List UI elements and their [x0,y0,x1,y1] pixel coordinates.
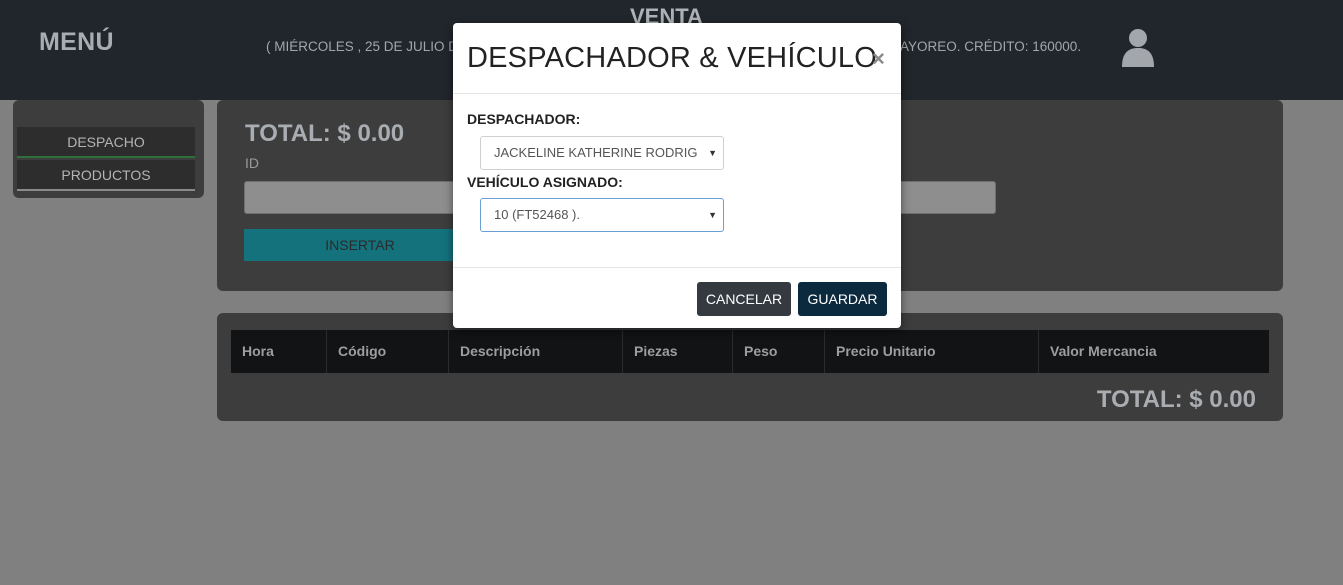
menu-title[interactable]: MENÚ [39,28,114,57]
modal-header: DESPACHADOR & VEHÍCULO × [453,23,901,94]
vehicle-select-value: 10 (FT52468 ). [494,207,580,222]
column-header-codigo: Código [327,330,449,373]
id-label: ID [245,155,259,171]
insert-button[interactable]: INSERTAR [244,229,476,261]
sidebar-item-despacho[interactable]: DESPACHO [17,127,195,158]
cancel-button[interactable]: CANCELAR [697,282,791,316]
dispatcher-vehicle-modal: DESPACHADOR & VEHÍCULO × DESPACHADOR: JA… [453,23,901,328]
total-amount: TOTAL: $ 0.00 [245,120,405,147]
sale-info-text-left: ( MIÉRCOLES , 25 DE JULIO DE [266,39,468,54]
modal-title: DESPACHADOR & VEHÍCULO [467,42,877,74]
vehicle-label: VEHÍCULO ASIGNADO: [467,174,623,190]
column-header-precio-unitario: Precio Unitario [825,330,1039,373]
column-header-hora: Hora [231,330,327,373]
modal-footer: CANCELAR GUARDAR [453,267,901,328]
table-total: TOTAL: $ 0.00 [1096,386,1256,413]
products-panel: Hora Código Descripción Piezas Peso Prec… [217,313,1283,421]
products-table-header: Hora Código Descripción Piezas Peso Prec… [231,330,1269,373]
save-button[interactable]: GUARDAR [798,282,887,316]
sidebar-item-productos[interactable]: PRODUCTOS [17,160,195,191]
sidebar: DESPACHO PRODUCTOS [13,100,204,198]
chevron-down-icon: ▼ [708,148,717,158]
column-header-valor-mercancia: Valor Mercancia [1050,343,1157,359]
column-header-piezas: Piezas [623,330,733,373]
sale-info-text-right: AYOREO. CRÉDITO: 160000. [900,39,1082,54]
column-header-peso: Peso [733,330,825,373]
dispatcher-select[interactable]: JACKELINE KATHERINE RODRIGUEZ ▼ [480,136,724,170]
chevron-down-icon: ▼ [708,210,717,220]
close-icon[interactable]: × [872,48,885,70]
dispatcher-select-value: JACKELINE KATHERINE RODRIGUEZ [494,145,698,160]
vehicle-select[interactable]: 10 (FT52468 ). ▼ [480,198,724,232]
dispatcher-label: DESPACHADOR: [467,111,581,127]
column-header-descripcion: Descripción [449,330,623,373]
user-avatar-icon[interactable] [1120,27,1156,67]
